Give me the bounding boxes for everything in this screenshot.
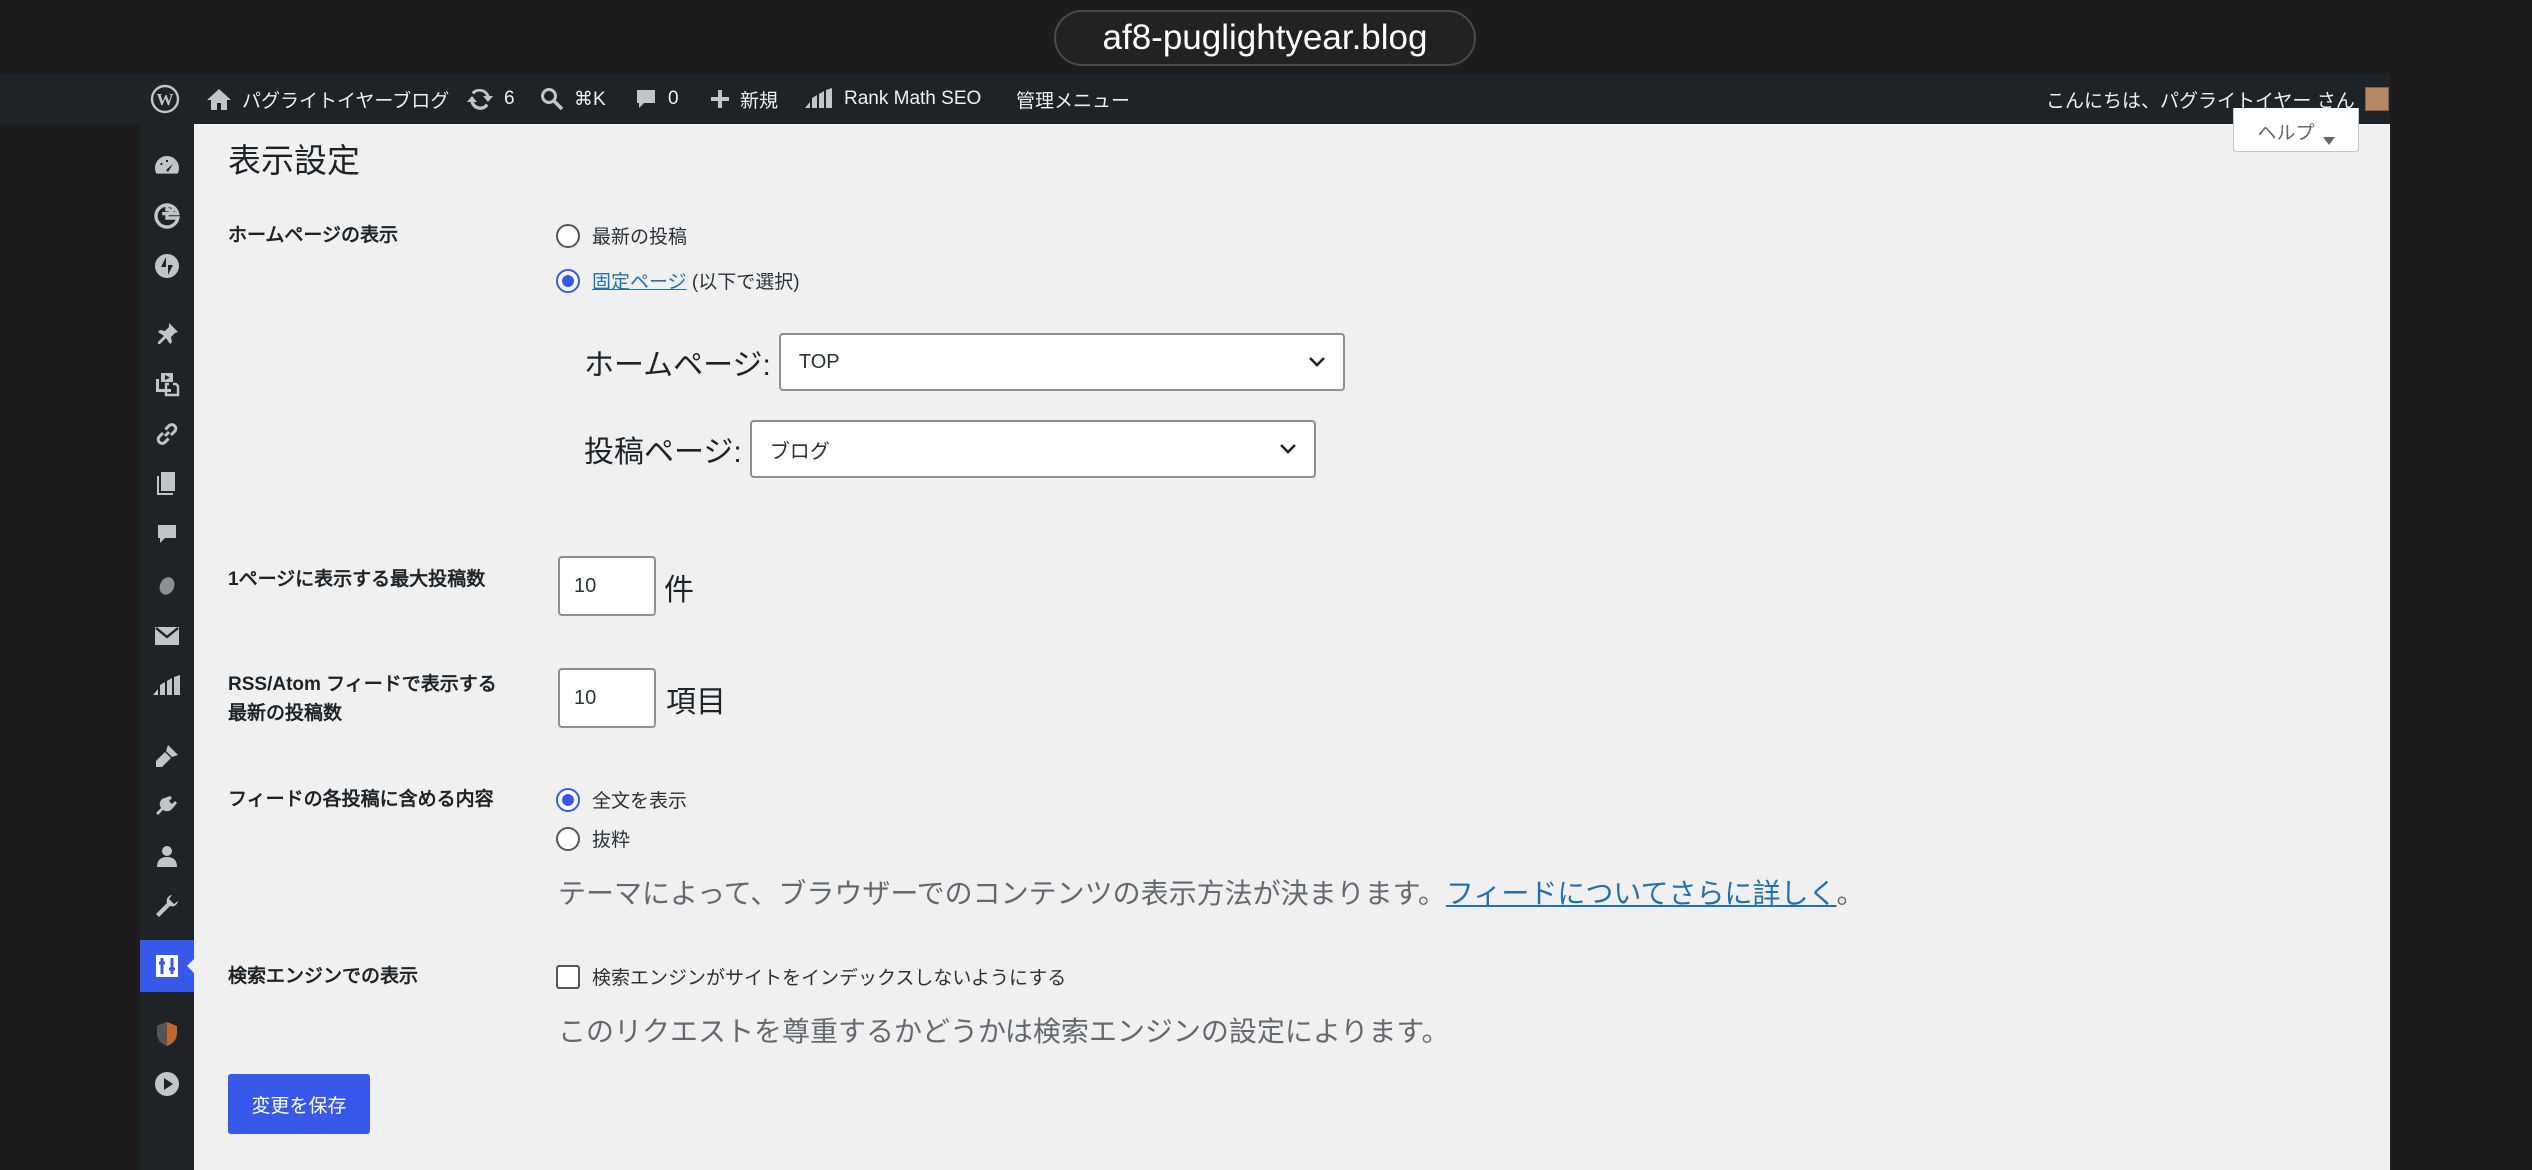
avatar — [2364, 87, 2389, 111]
wordpress-logo-icon[interactable]: W — [150, 74, 180, 124]
comments-icon[interactable] — [140, 514, 194, 554]
homepage-display-label: ホームページの表示 — [228, 225, 399, 246]
dashboard-icon[interactable] — [140, 146, 194, 186]
jetpack-icon[interactable] — [140, 246, 194, 286]
admin-bar: W パグライトイヤーブログ 6 ⌘K 0 新規 Rank Math SEO 管理… — [0, 74, 2390, 124]
feed-items-label-line2: 最新の投稿数 — [228, 703, 343, 724]
radio-full-text-control[interactable] — [556, 787, 580, 812]
feed-description-text: テーマによって、ブラウザーでのコンテンツの表示方法が決まります。 — [558, 878, 1446, 909]
radio-latest-posts-label: 最新の投稿 — [592, 227, 688, 248]
feed-content-description: テーマによって、ブラウザーでのコンテンツの表示方法が決まります。フィードについて… — [558, 872, 1865, 912]
homepage-select[interactable]: TOP — [778, 333, 1345, 391]
feed-description-end: 。 — [1836, 878, 1865, 909]
media-icon[interactable] — [140, 364, 194, 404]
users-icon[interactable] — [140, 836, 194, 876]
posts-page-select-row: 投稿ページ: ブログ — [584, 420, 1316, 478]
homepage-select-row: ホームページ: TOP — [584, 333, 1345, 391]
adminbar-search[interactable]: ⌘K — [540, 74, 606, 124]
radio-static-page[interactable]: 固定ページ (以下で選択) — [556, 267, 800, 294]
pages-icon[interactable] — [140, 464, 194, 504]
admin-sidebar — [140, 124, 195, 1170]
play-icon[interactable] — [140, 1064, 194, 1104]
search-visibility-label: 検索エンジンでの表示 — [228, 966, 419, 987]
comments-count: 0 — [668, 88, 679, 109]
rankmath-label: Rank Math SEO — [844, 88, 982, 109]
discourage-search-label: 検索エンジンがサイトをインデックスしないようにする — [592, 968, 1067, 989]
feed-content-label: フィードの各投稿に含める内容 — [228, 789, 494, 810]
mail-icon[interactable] — [140, 616, 194, 656]
page-edge — [2390, 74, 2532, 1170]
url-bar[interactable]: af8-puglightyear.blog — [1054, 10, 1476, 66]
feed-items-unit: 項目 — [666, 686, 726, 719]
caret-down-icon — [2322, 137, 2335, 145]
radio-static-page-control[interactable] — [556, 268, 580, 293]
feed-items-input[interactable]: 10 — [558, 668, 656, 728]
radio-full-text[interactable]: 全文を表示 — [556, 786, 687, 813]
adminbar-new[interactable]: 新規 — [710, 74, 778, 124]
settings-icon[interactable] — [140, 940, 195, 992]
page-title: 表示設定 — [228, 142, 360, 179]
posts-per-page-input[interactable]: 10 — [558, 556, 656, 616]
security-shield-icon[interactable] — [140, 1014, 194, 1054]
url-text: af8-puglightyear.blog — [1102, 18, 1428, 57]
posts-page-select-value: ブログ — [769, 440, 830, 463]
search-visibility-description: このリクエストを尊重するかどうかは検索エンジンの設定によります。 — [558, 1016, 1450, 1047]
admin-menu-label: 管理メニュー — [1016, 90, 1131, 112]
posts-page-select[interactable]: ブログ — [749, 420, 1316, 478]
radio-latest-posts[interactable]: 最新の投稿 — [556, 222, 687, 249]
updates-count: 6 — [504, 88, 515, 109]
search-shortcut: ⌘K — [574, 88, 606, 110]
google-icon[interactable] — [140, 196, 194, 236]
radio-full-text-label: 全文を表示 — [592, 791, 688, 812]
plugin-circle-icon[interactable] — [140, 566, 194, 606]
search-visibility-checkbox-row[interactable]: 検索エンジンがサイトをインデックスしないようにする — [556, 963, 1066, 990]
feed-items-label-line1: RSS/Atom フィードで表示する — [228, 674, 497, 695]
adminbar-updates[interactable]: 6 — [466, 74, 515, 124]
adminbar-rankmath[interactable]: Rank Math SEO — [804, 74, 981, 124]
discourage-search-checkbox[interactable] — [556, 964, 580, 989]
help-tab-button[interactable]: ヘルプ — [2233, 108, 2359, 152]
radio-excerpt-control[interactable] — [556, 826, 580, 851]
updates-icon — [467, 88, 493, 110]
posts-per-page-label: 1ページに表示する最大投稿数 — [228, 569, 486, 590]
adminbar-admin-menu[interactable]: 管理メニュー — [1016, 74, 1130, 124]
radio-excerpt[interactable]: 抜粋 — [556, 825, 630, 852]
chevron-down-icon — [1308, 357, 1325, 367]
adminbar-comments[interactable]: 0 — [634, 74, 679, 124]
homepage-select-value: TOP — [798, 350, 840, 373]
feed-items-label: RSS/Atom フィードで表示する 最新の投稿数 — [228, 670, 497, 728]
static-page-suffix: (以下で選択) — [686, 272, 800, 293]
link-icon[interactable] — [140, 414, 194, 454]
browser-top-bar: af8-puglightyear.blog — [0, 0, 2532, 74]
tools-icon[interactable] — [140, 886, 194, 926]
radio-excerpt-label: 抜粋 — [592, 830, 631, 851]
home-icon — [207, 89, 231, 110]
appearance-icon[interactable] — [140, 736, 194, 776]
feed-learn-more-link[interactable]: フィードについてさらに詳しく — [1446, 878, 1837, 909]
static-page-link[interactable]: 固定ページ — [592, 272, 687, 293]
site-name: パグライトイヤーブログ — [242, 90, 450, 112]
radio-latest-posts-control[interactable] — [556, 223, 580, 248]
adminbar-site-link[interactable]: パグライトイヤーブログ — [206, 74, 449, 124]
plugins-icon[interactable] — [140, 786, 194, 826]
save-changes-button[interactable]: 変更を保存 — [228, 1074, 370, 1134]
posts-per-page-unit: 件 — [664, 574, 694, 607]
search-icon — [541, 88, 564, 111]
posts-page-select-label: 投稿ページ: — [584, 436, 742, 469]
help-tab-label: ヘルプ — [2257, 123, 2315, 144]
rank-math-menu-icon[interactable] — [140, 666, 194, 706]
pin-icon[interactable] — [140, 314, 194, 354]
new-label: 新規 — [740, 90, 779, 112]
svg-text:W: W — [157, 90, 174, 109]
rank-math-icon — [805, 88, 832, 108]
homepage-select-label: ホームページ: — [584, 349, 771, 382]
comment-icon — [637, 90, 655, 108]
plus-icon — [711, 90, 729, 108]
chevron-down-icon — [1279, 444, 1296, 454]
